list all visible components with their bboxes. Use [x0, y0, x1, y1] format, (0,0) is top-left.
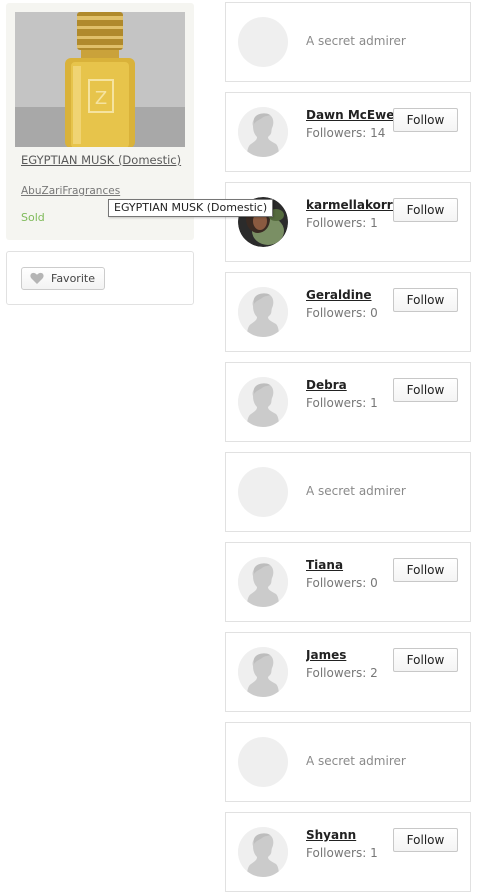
follow-button[interactable]: Follow [393, 198, 458, 222]
perfume-bottle-image[interactable]: Z [15, 12, 185, 147]
secret-admirer-card: A secret admirer [225, 452, 471, 532]
follower-card: Tiana Followers: 0 Follow [225, 542, 471, 622]
avatar[interactable] [238, 827, 288, 877]
follow-button[interactable]: Follow [393, 648, 458, 672]
follower-name-link[interactable]: karmellakorrin [306, 198, 394, 212]
sold-status: Sold [21, 211, 45, 224]
favorite-button[interactable]: Favorite [21, 267, 105, 290]
follower-card: James Followers: 2 Follow [225, 632, 471, 712]
follower-count: Followers: 14 [306, 126, 386, 140]
follow-button[interactable]: Follow [393, 108, 458, 132]
favorite-card: Favorite [6, 251, 194, 305]
follower-count: Followers: 2 [306, 666, 378, 680]
follower-name-link[interactable]: Dawn McEwen [306, 108, 394, 122]
avatar[interactable] [238, 647, 288, 697]
secret-admirer-card: A secret admirer [225, 2, 471, 82]
avatar[interactable] [238, 557, 288, 607]
follow-button[interactable]: Follow [393, 558, 458, 582]
follower-name-link[interactable]: Shyann [306, 828, 394, 842]
svg-text:Z: Z [95, 88, 107, 109]
heart-icon [30, 272, 44, 285]
follower-name-link[interactable]: Debra [306, 378, 394, 392]
follower-name-link[interactable]: Tiana [306, 558, 394, 572]
follower-count: Followers: 1 [306, 216, 378, 230]
follower-card: karmellakorrin Followers: 1 Follow [225, 182, 471, 262]
follower-card: Debra Followers: 1 Follow [225, 362, 471, 442]
follower-name-link[interactable]: James [306, 648, 394, 662]
follower-card: Dawn McEwen Followers: 14 Follow [225, 92, 471, 172]
follow-button[interactable]: Follow [393, 288, 458, 312]
follow-button[interactable]: Follow [393, 828, 458, 852]
follower-name-link[interactable]: Geraldine [306, 288, 394, 302]
secret-admirer-label: A secret admirer [306, 484, 406, 498]
avatar[interactable] [238, 107, 288, 157]
follower-count: Followers: 1 [306, 846, 378, 860]
secret-admirer-card: A secret admirer [225, 722, 471, 802]
follower-count: Followers: 0 [306, 306, 378, 320]
secret-admirer-label: A secret admirer [306, 34, 406, 48]
follower-count: Followers: 0 [306, 576, 378, 590]
secret-admirer-label: A secret admirer [306, 754, 406, 768]
shop-name-link[interactable]: AbuZariFragrances [21, 185, 120, 197]
follower-count: Followers: 1 [306, 396, 378, 410]
favorite-label: Favorite [51, 272, 95, 285]
avatar[interactable] [238, 377, 288, 427]
tooltip: EGYPTIAN MUSK (Domestic) [108, 199, 274, 217]
follow-button[interactable]: Follow [393, 378, 458, 402]
placeholder-avatar [238, 737, 288, 787]
follower-card: Geraldine Followers: 0 Follow [225, 272, 471, 352]
placeholder-avatar [238, 17, 288, 67]
follower-card: Shyann Followers: 1 Follow [225, 812, 471, 892]
avatar[interactable] [238, 287, 288, 337]
listing-title-link[interactable]: EGYPTIAN MUSK (Domestic) [21, 152, 191, 168]
placeholder-avatar [238, 467, 288, 517]
